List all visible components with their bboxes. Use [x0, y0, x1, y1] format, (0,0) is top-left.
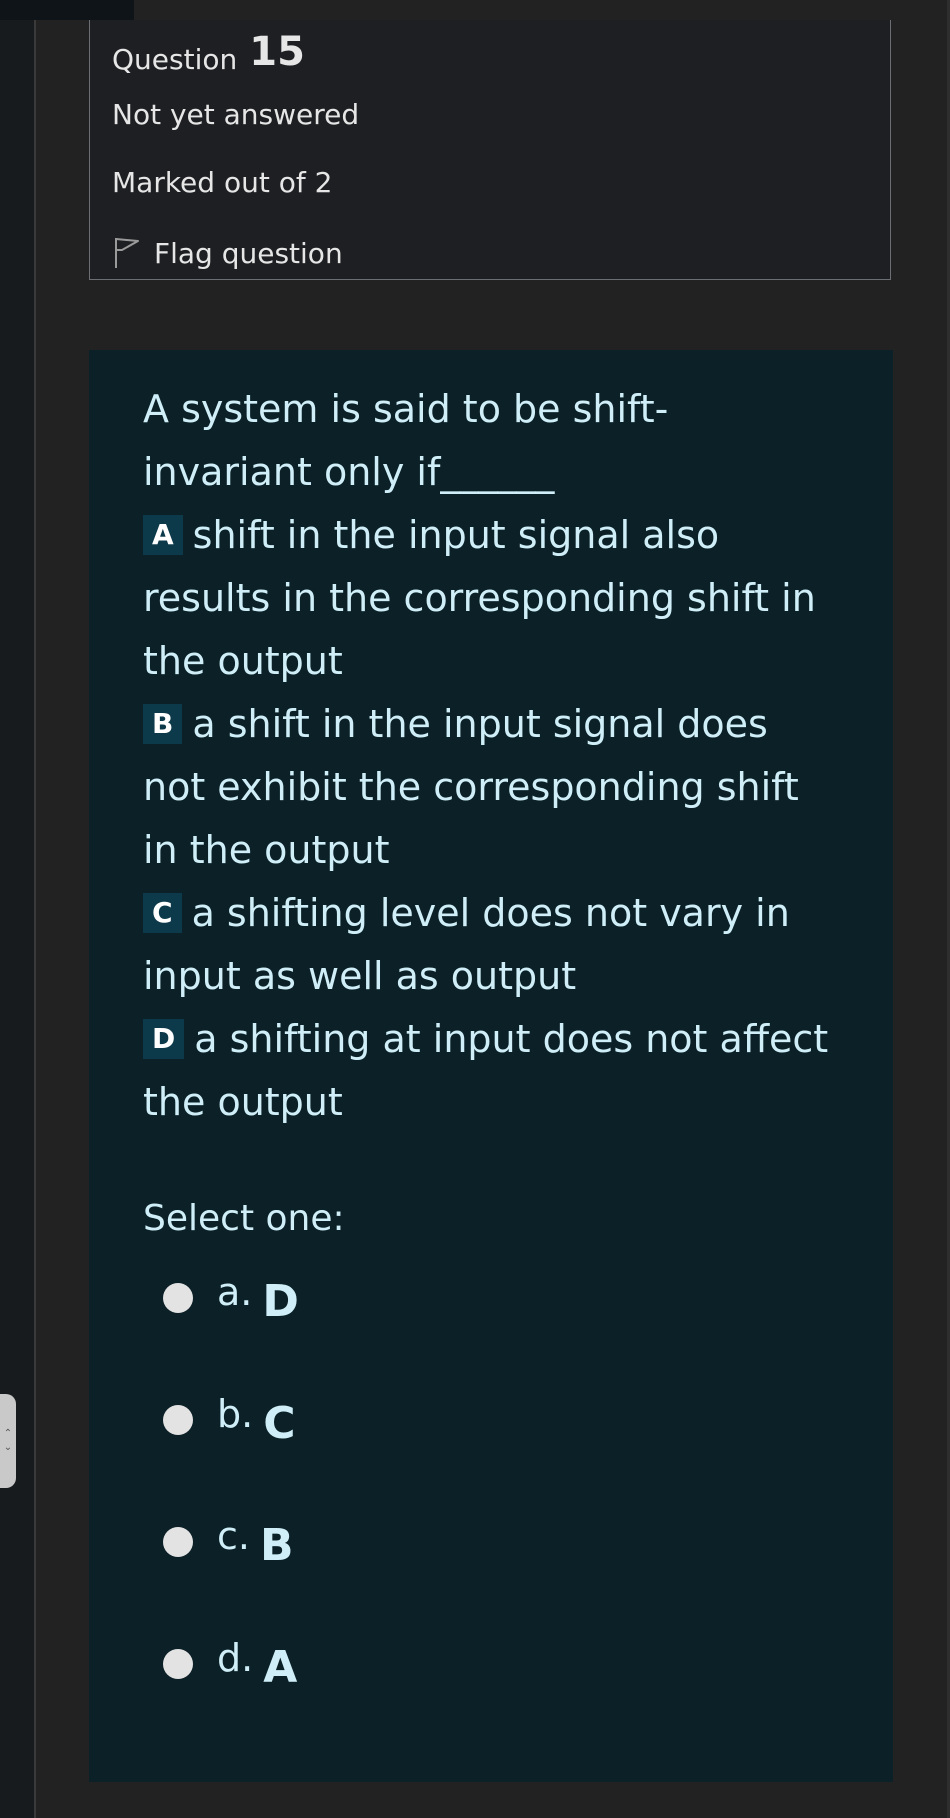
answer-letter-a: a. [217, 1269, 253, 1314]
chevron-down-icon: ⌄ [3, 1442, 13, 1453]
option-badge-b: B [143, 704, 183, 744]
radio-button-d[interactable] [163, 1648, 193, 1679]
radio-button-a[interactable] [163, 1282, 193, 1313]
quiz-page: ⌃ ⌄ Question 15 Not yet answered Marked … [0, 0, 950, 1818]
answer-value-d: A [263, 1642, 298, 1693]
answer-letter-c: c. [217, 1513, 250, 1558]
flag-question-link[interactable]: Flag question [112, 236, 343, 270]
answer-option-c[interactable]: c. B [163, 1513, 294, 1571]
answer-value-b: C [263, 1398, 296, 1449]
option-badge-a: A [143, 515, 183, 555]
question-card: A system is said to be shift-invariant o… [89, 350, 893, 1782]
radio-button-b[interactable] [163, 1404, 193, 1435]
option-badge-c: C [143, 893, 182, 933]
option-text-a: shift in the input signal also results i… [143, 513, 816, 683]
select-one-label: Select one: [143, 1198, 345, 1239]
sidebar-toggle-handle[interactable]: ⌃ ⌄ [0, 1394, 16, 1488]
answer-letter-d: d. [217, 1635, 254, 1680]
option-text-d: a shifting at input does not affect the … [143, 1017, 829, 1124]
question-text: A system is said to be shift-invariant o… [143, 378, 833, 1134]
flag-icon [115, 238, 139, 268]
question-info-box: Question 15 Not yet answered Marked out … [89, 20, 891, 280]
left-sidebar-strip [0, 0, 36, 1818]
answer-value-a: D [262, 1276, 299, 1327]
answer-value-c: B [259, 1520, 294, 1571]
answer-option-a[interactable]: a. D [163, 1269, 299, 1327]
top-header-fragment [0, 0, 134, 20]
option-text-b: a shift in the input signal does not exh… [143, 702, 799, 872]
radio-button-c[interactable] [163, 1526, 193, 1557]
option-badge-d: D [143, 1019, 185, 1059]
question-label: Question [112, 43, 238, 76]
answer-letter-b: b. [217, 1391, 254, 1436]
flag-question-label: Flag question [154, 236, 343, 270]
question-status: Not yet answered [112, 98, 360, 131]
chevron-up-icon: ⌃ [3, 1428, 13, 1439]
question-number-line: Question 15 [112, 20, 305, 76]
question-stem: A system is said to be shift-invariant o… [143, 387, 669, 494]
question-marks: Marked out of 2 [112, 166, 333, 199]
answer-option-d[interactable]: d. A [163, 1635, 297, 1693]
question-number: 15 [249, 29, 305, 75]
answer-option-b[interactable]: b. C [163, 1391, 296, 1449]
option-text-c: a shifting level does not vary in input … [143, 891, 790, 998]
